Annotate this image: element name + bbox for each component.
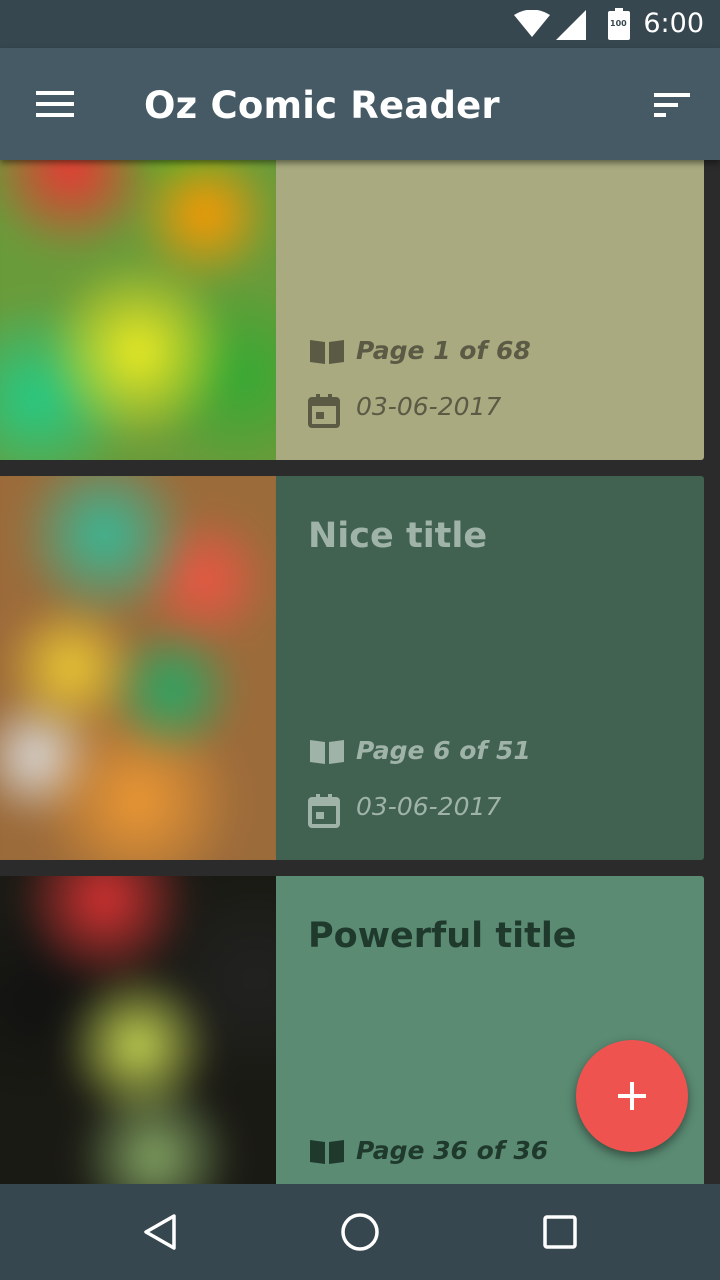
system-nav-bar <box>0 1184 720 1280</box>
status-time: 6:00 <box>643 8 704 39</box>
comic-title: Nice title <box>308 516 488 556</box>
app-title: Oz Comic Reader <box>144 84 500 127</box>
book-open-icon <box>308 1138 346 1172</box>
page-label: Page 6 of 51 <box>356 736 531 765</box>
hamburger-menu-icon[interactable] <box>36 88 76 120</box>
calendar-icon <box>308 394 340 434</box>
book-open-icon <box>308 738 346 772</box>
book-open-icon <box>308 338 346 372</box>
calendar-icon <box>308 794 340 834</box>
page-label: Page 1 of 68 <box>356 336 531 365</box>
add-comic-button[interactable] <box>576 1040 688 1152</box>
date-label: 03-06-2017 <box>356 792 502 821</box>
home-icon[interactable] <box>336 1208 384 1256</box>
comic-card[interactable]: Nice title Page 6 of 51 03-06-2017 <box>0 476 704 860</box>
comic-title: Powerful title <box>308 916 577 956</box>
comic-card[interactable]: Page 1 of 68 03-06-2017 <box>0 160 704 460</box>
page-label: Page 36 of 36 <box>356 1136 549 1165</box>
comic-cover <box>0 160 276 460</box>
app-bar: Oz Comic Reader <box>0 48 720 160</box>
battery-icon: 100 <box>608 8 630 44</box>
battery-level: 100 <box>610 19 627 28</box>
status-bar: 100 6:00 <box>0 0 720 48</box>
sort-icon[interactable] <box>652 90 692 120</box>
plus-icon <box>616 1080 648 1116</box>
date-label: 03-06-2017 <box>356 392 502 421</box>
comic-list[interactable]: Page 1 of 68 03-06-2017 Nice title Page … <box>0 160 720 1184</box>
back-icon[interactable] <box>136 1208 184 1256</box>
comic-cover <box>0 476 276 860</box>
comic-card-body: Page 1 of 68 03-06-2017 <box>276 160 704 460</box>
recents-icon[interactable] <box>536 1208 584 1256</box>
signal-icon <box>556 10 586 44</box>
comic-cover <box>0 876 276 1184</box>
comic-card-body: Nice title Page 6 of 51 03-06-2017 <box>276 476 704 860</box>
wifi-icon <box>514 9 550 42</box>
